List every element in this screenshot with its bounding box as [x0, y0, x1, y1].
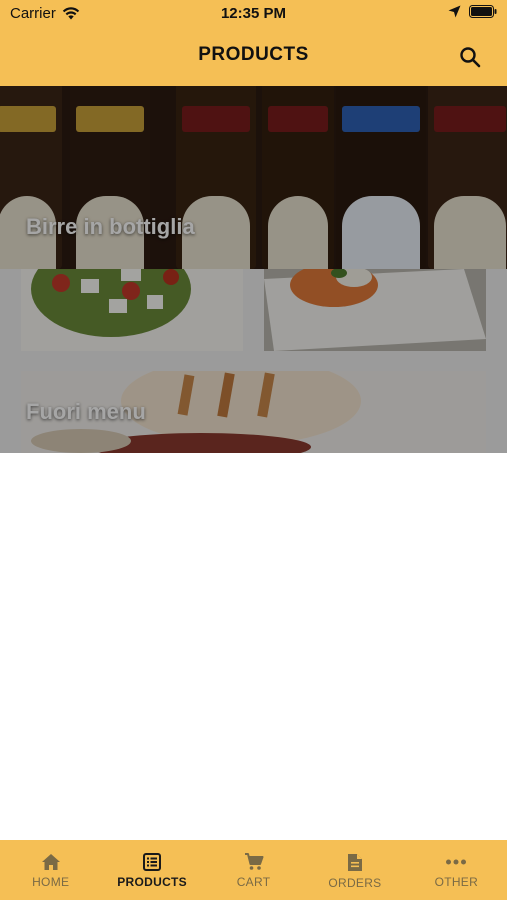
- tab-orders-label: ORDERS: [328, 876, 382, 890]
- cart-icon: [244, 853, 264, 870]
- beer-bottle-image: [176, 86, 256, 269]
- products-content: Birre in bottiglia Fuori menu: [0, 86, 507, 453]
- category-tile[interactable]: [21, 269, 243, 351]
- carpaccio-image: [264, 269, 486, 351]
- battery-icon: [469, 5, 497, 18]
- tab-other[interactable]: OTHER: [406, 840, 507, 900]
- category-banner-bottled-beer[interactable]: Birre in bottiglia: [0, 86, 507, 269]
- page-title: PRODUCTS: [198, 44, 309, 65]
- tab-products[interactable]: PRODUCTS: [101, 840, 202, 900]
- tab-orders[interactable]: ORDERS: [304, 840, 405, 900]
- status-time: 12:35 PM: [220, 5, 287, 22]
- location-arrow-icon: [448, 5, 461, 18]
- category-card-off-menu[interactable]: Fuori menu: [21, 371, 486, 453]
- search-icon: [460, 47, 481, 68]
- status-right: [448, 5, 497, 18]
- beer-bottle-image: [428, 86, 507, 269]
- beer-bottle-image: [336, 86, 426, 269]
- tab-bar: HOME PRODUCTS CART ORDERS OTHER: [0, 840, 507, 900]
- status-bar: Carrier 12:35 PM: [0, 0, 507, 28]
- salad-image: [21, 269, 243, 351]
- category-tile[interactable]: [264, 269, 486, 351]
- category-label: Birre in bottiglia: [26, 214, 195, 239]
- category-label: Fuori menu: [26, 399, 146, 424]
- app-header: PRODUCTS: [0, 28, 507, 86]
- document-icon: [347, 854, 362, 871]
- tab-home-label: HOME: [32, 875, 70, 889]
- home-icon: [41, 854, 60, 870]
- search-button[interactable]: [455, 42, 485, 72]
- beer-bottle-image: [70, 86, 150, 269]
- tab-home[interactable]: HOME: [0, 840, 101, 900]
- beer-bottle-image: [262, 86, 334, 269]
- tab-products-label: PRODUCTS: [117, 875, 187, 889]
- tab-other-label: OTHER: [434, 875, 479, 889]
- tab-cart[interactable]: CART: [203, 840, 304, 900]
- tab-cart-label: CART: [236, 875, 271, 889]
- list-icon: [143, 853, 162, 871]
- more-icon: [446, 859, 467, 865]
- beer-bottle-image: [0, 86, 62, 269]
